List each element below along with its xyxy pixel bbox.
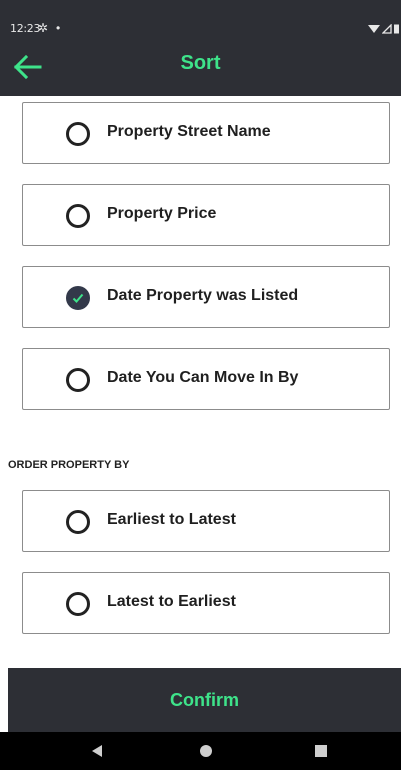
order-section-header: ORDER PROPERTY BY (8, 459, 130, 471)
sort-option-move-in-date[interactable]: Date You Can Move In By (22, 348, 390, 410)
order-option-latest-to-earliest[interactable]: Latest to Earliest (22, 572, 390, 634)
status-time: 12:23 (10, 22, 41, 35)
nav-home-icon[interactable] (200, 745, 212, 757)
page-title: Sort (180, 52, 221, 74)
option-label: Date Property was Listed (107, 287, 299, 304)
nav-back-icon[interactable] (90, 744, 104, 758)
notification-dot-icon: • (56, 21, 61, 35)
radio-unchecked-icon[interactable] (66, 122, 90, 146)
option-label: Earliest to Latest (107, 511, 236, 528)
sort-option-street-name[interactable]: Property Street Name (22, 102, 390, 164)
status-bar: 12:23 ✲ • (0, 0, 401, 40)
option-label: Property Price (107, 205, 217, 222)
sort-option-date-listed[interactable]: Date Property was Listed (22, 266, 390, 328)
radio-unchecked-icon[interactable] (66, 204, 90, 228)
radio-unchecked-icon[interactable] (66, 368, 90, 392)
order-option-earliest-to-latest[interactable]: Earliest to Latest (22, 490, 390, 552)
option-label: Property Street Name (107, 123, 271, 140)
sort-option-price[interactable]: Property Price (22, 184, 390, 246)
radio-checked-icon[interactable] (66, 286, 90, 310)
option-label: Date You Can Move In By (107, 369, 299, 386)
status-icons (368, 24, 399, 34)
app-bar: Sort (0, 40, 401, 96)
system-nav-bar (0, 732, 401, 770)
settings-gear-icon: ✲ (38, 21, 49, 35)
checkmark-icon (72, 293, 84, 303)
wifi-icon (368, 25, 380, 33)
radio-unchecked-icon[interactable] (66, 592, 90, 616)
nav-recents-icon[interactable] (315, 745, 327, 757)
confirm-label: Confirm (170, 689, 239, 710)
option-label: Latest to Earliest (107, 593, 236, 610)
radio-unchecked-icon[interactable] (66, 510, 90, 534)
confirm-button[interactable]: Confirm (8, 668, 401, 732)
battery-icon (394, 24, 399, 34)
cell-signal-icon (382, 24, 392, 34)
